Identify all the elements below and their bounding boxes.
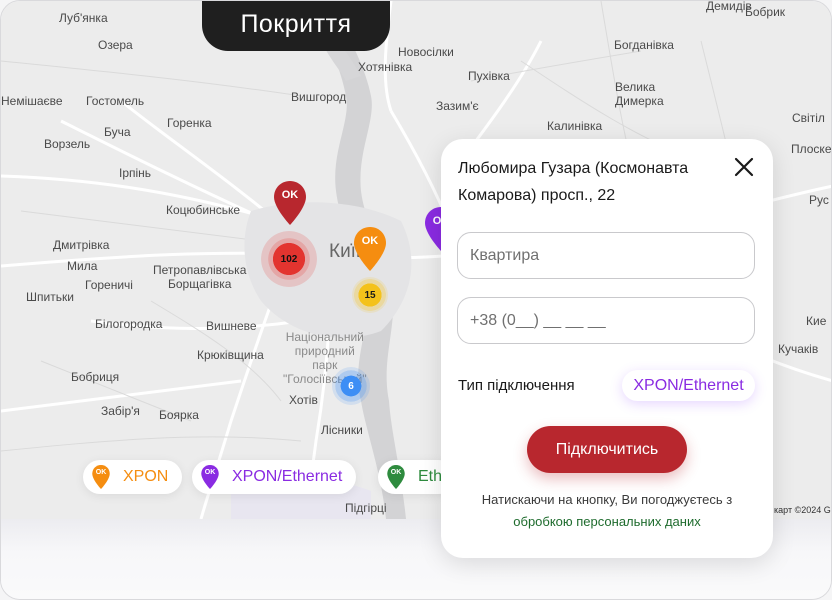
place-label: Рус <box>809 193 829 207</box>
place-label: Хотянівка <box>358 60 413 74</box>
legend-item-xpon[interactable]: OK XPON <box>83 460 183 494</box>
place-label: Лісники <box>321 423 363 437</box>
place-label: Білогородка <box>95 317 163 331</box>
place-label: Богданівка <box>614 38 674 52</box>
place-label: Горенка <box>167 116 212 130</box>
cluster-marker[interactable]: 102 <box>261 231 317 287</box>
connection-type-chip[interactable]: XPON/Ethernet <box>622 370 755 401</box>
place-label: Підгірці <box>345 501 387 515</box>
place-label: Велика Димерка <box>615 80 664 108</box>
place-label: Зазим'є <box>436 99 479 113</box>
place-label: Світіл <box>792 111 825 125</box>
pin-icon: OK <box>200 465 220 489</box>
place-label: Боярка <box>159 408 199 422</box>
pin-icon: OK <box>386 465 406 489</box>
privacy-link[interactable]: обробкою персональних даних <box>513 514 700 529</box>
connect-button[interactable]: Підключитись <box>527 426 687 473</box>
cluster-marker[interactable]: 15 <box>352 277 388 313</box>
consent-text: Натискаючи на кнопку, Ви погоджуєтесь з … <box>481 492 733 529</box>
connection-panel: Любомира Гузара (Космонавта Комарова) пр… <box>441 139 773 558</box>
pin-icon: OK <box>91 465 111 489</box>
page-frame: Луб'янка Озера Демидів Новосілки Богдані… <box>0 0 832 600</box>
place-label: Кучаків <box>778 342 819 356</box>
place-label: Мила <box>67 259 98 273</box>
place-label: Пухівка <box>468 69 510 83</box>
place-label: Ворзель <box>44 137 91 151</box>
legend-label: XPON/Ethernet <box>232 468 343 485</box>
place-label: Петропавлівська Борщагівка <box>153 263 247 291</box>
cluster-marker[interactable]: 6 <box>332 367 370 405</box>
place-label: Плоске <box>791 142 832 156</box>
place-label: Гореничі <box>85 278 133 292</box>
place-label: Гостомель <box>86 94 145 108</box>
place-label: Ірпінь <box>119 166 152 180</box>
legend-label: Eth <box>418 468 443 485</box>
place-label: Дмитрівка <box>53 238 110 252</box>
place-label: Калинівка <box>547 119 603 133</box>
place-label: Бобриця <box>71 370 120 384</box>
place-label: Шпитьки <box>26 290 74 304</box>
legend-item-xpon-ethernet[interactable]: OK XPON/Ethernet <box>192 460 357 494</box>
place-label: Озера <box>98 38 133 52</box>
place-label: Хотів <box>289 393 318 407</box>
map-pin-icon[interactable]: OK <box>274 181 306 225</box>
map-copyright: карт ©2024 G <box>774 505 831 515</box>
address-title: Любомира Гузара (Космонавта Комарова) пр… <box>458 160 689 204</box>
close-icon[interactable] <box>732 155 756 179</box>
place-label: Бобрик <box>745 5 786 19</box>
place-label: Крюківщина <box>197 348 264 362</box>
apartment-input[interactable] <box>457 232 755 279</box>
place-label: Забір'я <box>101 404 140 418</box>
map-pin-icon[interactable]: OK <box>354 227 386 271</box>
place-label: Вишневе <box>206 319 257 333</box>
phone-input[interactable] <box>457 297 755 344</box>
legend-label: XPON <box>123 468 169 485</box>
place-label: Новосілки <box>398 45 454 59</box>
place-label: Буча <box>104 125 131 139</box>
place-label: Луб'янка <box>59 11 108 25</box>
place-label: Немішаєве <box>1 94 63 108</box>
connection-type-label: Тип підключення <box>458 377 575 394</box>
place-label: Вишгород <box>291 90 347 104</box>
page-title: Покриття <box>202 1 390 51</box>
place-label: Кие <box>806 314 827 328</box>
place-label: Коцюбинське <box>166 203 241 217</box>
